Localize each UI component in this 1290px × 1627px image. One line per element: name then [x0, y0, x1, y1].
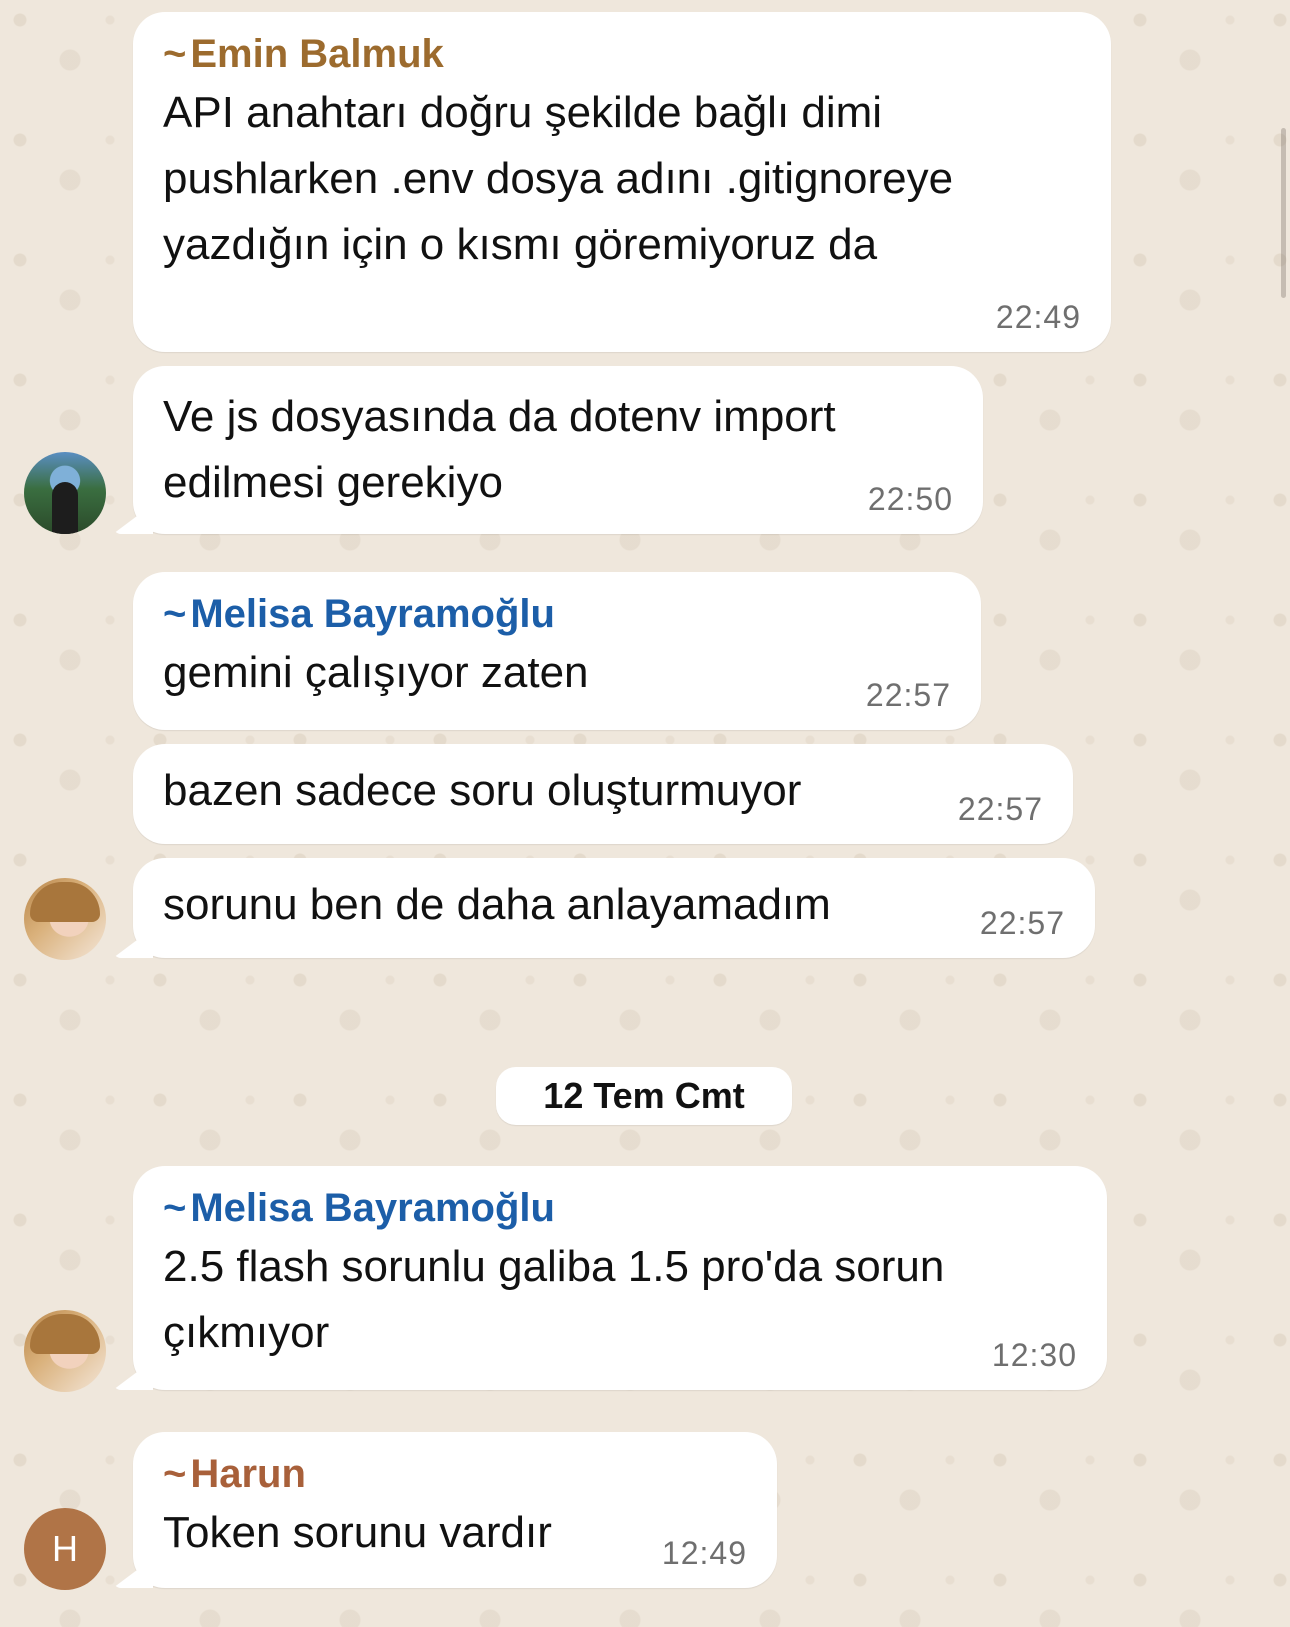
message-bubble[interactable]: bazen sadece soru oluşturmuyor 22:57 [133, 744, 1073, 844]
message-text: sorunu ben de daha anlayamadım [163, 880, 831, 929]
message-text: gemini çalışıyor zaten [163, 648, 589, 697]
message-time: 12:30 [991, 1337, 1077, 1373]
message-bubble[interactable]: Ve js dosyasında da dotenv import edilme… [133, 366, 983, 534]
message-bubble[interactable]: ~ Harun Token sorunu vardır 12:49 [133, 1432, 777, 1588]
message-text: bazen sadece soru oluşturmuyor [163, 766, 802, 815]
message-time: 22:57 [979, 905, 1065, 941]
message-time: 22:57 [865, 677, 951, 713]
date-separator: 12 Tem Cmt [496, 1067, 792, 1125]
message-time: 22:57 [957, 791, 1043, 827]
avatar-photo [30, 882, 100, 922]
sender-name: ~ Melisa Bayramoğlu [163, 592, 555, 636]
avatar[interactable] [24, 878, 106, 960]
avatar[interactable] [24, 1310, 106, 1392]
message-text: Ve js dosyasında da dotenv import edilme… [163, 392, 836, 507]
avatar-photo [30, 1314, 100, 1354]
message-bubble[interactable]: sorunu ben de daha anlayamadım 22:57 [133, 858, 1095, 958]
message-text: Token sorunu vardır [163, 1508, 552, 1557]
message-time: 12:49 [661, 1535, 747, 1571]
sender-name: ~ Melisa Bayramoğlu [163, 1186, 555, 1230]
message-text: API anahtarı doğru şekilde bağlı dimi pu… [163, 88, 954, 269]
avatar[interactable] [24, 452, 106, 534]
message-time: 22:49 [995, 299, 1081, 335]
sender-name: ~ Emin Balmuk [163, 32, 444, 76]
message-text: 2.5 flash sorunlu galiba 1.5 pro'da soru… [163, 1242, 945, 1357]
message-bubble[interactable]: ~ Melisa Bayramoğlu 2.5 flash sorunlu gal… [133, 1166, 1107, 1390]
message-bubble[interactable]: ~ Emin Balmuk API anahtarı doğru şekilde … [133, 12, 1111, 352]
avatar-photo [52, 482, 78, 534]
scrollbar[interactable] [1281, 128, 1286, 298]
sender-name: ~ Harun [163, 1452, 306, 1496]
avatar[interactable]: H [24, 1508, 106, 1590]
message-bubble[interactable]: ~ Melisa Bayramoğlu gemini çalışıyor zate… [133, 572, 981, 730]
message-time: 22:50 [867, 481, 953, 517]
